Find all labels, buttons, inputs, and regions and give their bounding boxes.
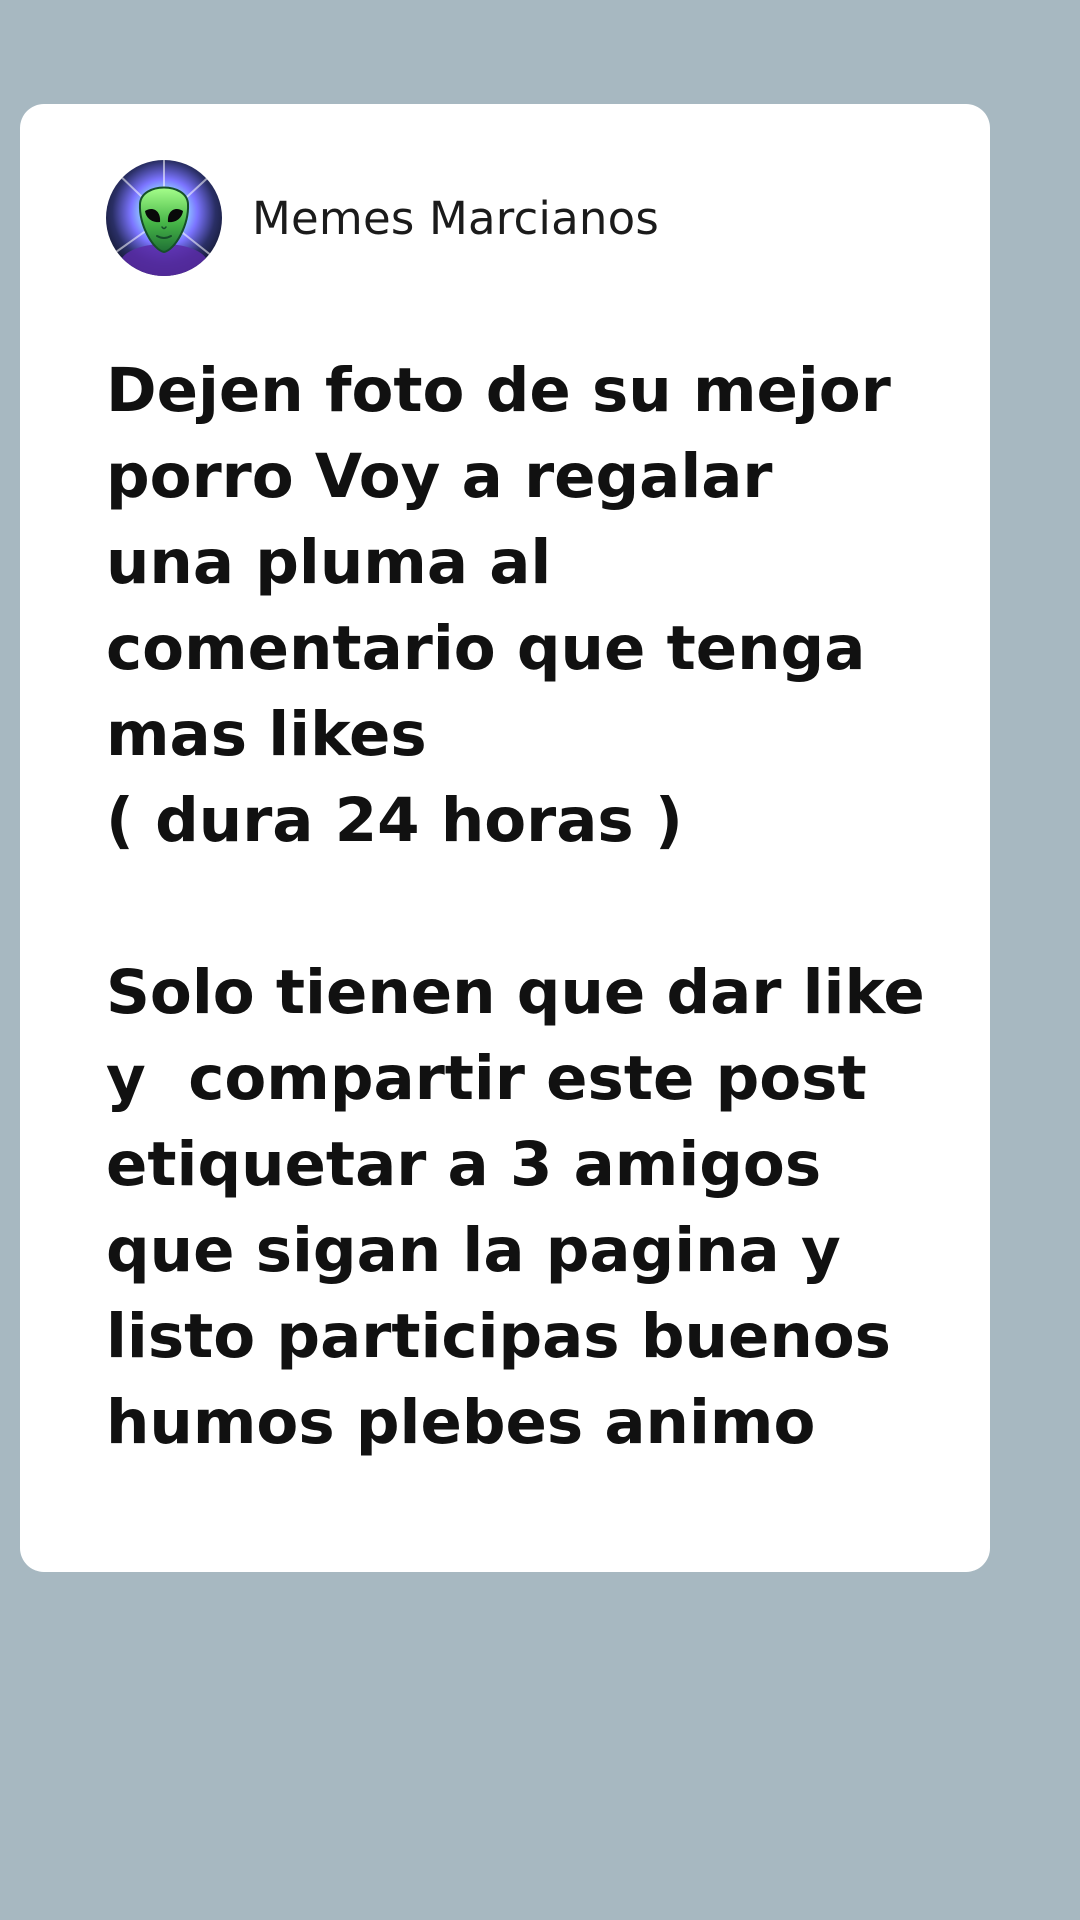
author-name[interactable]: Memes Marcianos	[252, 192, 659, 245]
screen-background: Memes Marcianos Dejen foto de su mejor p…	[0, 0, 1080, 1920]
alien-face-icon	[106, 160, 222, 276]
post-author: Memes Marcianos	[106, 160, 659, 276]
post-body-text: Dejen foto de su mejor porro Voy a regal…	[106, 355, 925, 1458]
text-post-card: Memes Marcianos Dejen foto de su mejor p…	[20, 104, 990, 1572]
avatar[interactable]	[106, 160, 222, 276]
